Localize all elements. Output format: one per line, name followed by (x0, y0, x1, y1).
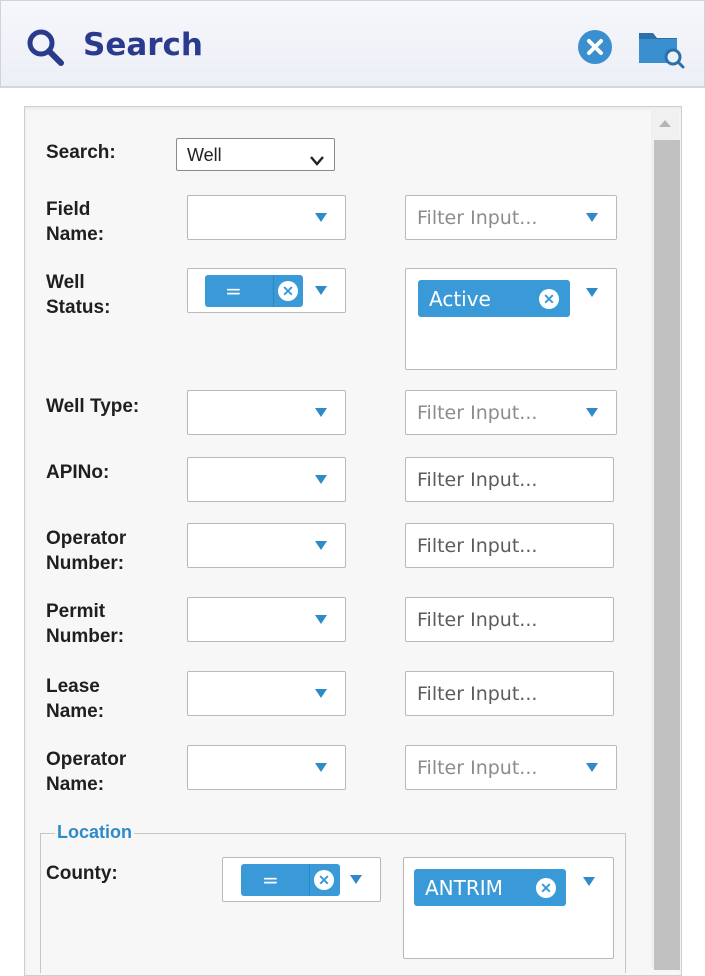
field-name-filter-placeholder: Filter Input... (417, 207, 538, 229)
operator-name-filter-placeholder: Filter Input... (417, 757, 538, 779)
well-type-filter-placeholder: Filter Input... (417, 402, 538, 424)
apino-label: APINo: (46, 462, 110, 483)
county-label: County: (46, 863, 118, 884)
magnifier-icon (25, 27, 67, 74)
remove-tag-icon[interactable]: ✕ (539, 289, 559, 309)
apino-operator-select[interactable] (187, 457, 346, 502)
caret-down-icon (315, 408, 327, 417)
page-title: Search (83, 27, 204, 63)
caret-down-icon (315, 213, 327, 222)
apino-placeholder: Filter Input... (417, 469, 538, 491)
field-name-filter[interactable]: Filter Input... (405, 195, 617, 240)
remove-tag-icon[interactable]: ✕ (314, 870, 334, 890)
remove-tag-icon[interactable]: ✕ (278, 281, 298, 301)
operator-name-filter[interactable]: Filter Input... (405, 745, 617, 790)
well-type-filter[interactable]: Filter Input... (405, 390, 617, 435)
close-circle-icon[interactable] (577, 29, 613, 70)
lease-name-label: Lease Name: (46, 676, 105, 722)
operator-number-placeholder: Filter Input... (417, 535, 538, 557)
county-value-tag: ANTRIM ✕ (414, 869, 566, 906)
apino-input[interactable]: Filter Input... (405, 457, 614, 502)
permit-number-operator-select[interactable] (187, 597, 346, 642)
search-header: Search (0, 0, 705, 88)
field-name-label: Field Name: (46, 199, 105, 245)
caret-down-icon (586, 213, 598, 222)
remove-tag-icon[interactable]: ✕ (536, 878, 556, 898)
county-filter[interactable]: ANTRIM ✕ (403, 857, 614, 959)
lease-name-placeholder: Filter Input... (417, 683, 538, 705)
well-type-label: Well Type: (46, 396, 140, 417)
county-operator-select[interactable]: = ✕ (222, 857, 381, 902)
field-name-operator-select[interactable] (187, 195, 346, 240)
caret-down-icon (586, 408, 598, 417)
operator-tag: = ✕ (241, 864, 340, 896)
well-type-operator-select[interactable] (187, 390, 346, 435)
lease-name-input[interactable]: Filter Input... (405, 671, 614, 716)
operator-name-label: Operator Name: (46, 749, 127, 795)
scroll-thumb[interactable] (654, 140, 680, 970)
location-legend: Location (55, 822, 134, 843)
lease-name-operator-select[interactable] (187, 671, 346, 716)
caret-down-icon (315, 763, 327, 772)
caret-down-icon (315, 475, 327, 484)
search-type-label: Search: (46, 142, 116, 163)
well-status-operator-select[interactable]: = ✕ (187, 268, 346, 313)
operator-number-operator-select[interactable] (187, 523, 346, 568)
well-status-filter[interactable]: Active ✕ (405, 268, 617, 370)
search-type-value: Well (187, 145, 222, 165)
permit-number-label: Permit Number: (46, 601, 125, 647)
scroll-up-icon[interactable] (659, 120, 671, 127)
caret-down-icon (315, 286, 327, 295)
well-status-value-tag: Active ✕ (418, 280, 570, 317)
permit-number-input[interactable]: Filter Input... (405, 597, 614, 642)
caret-down-icon (315, 615, 327, 624)
caret-down-icon (583, 877, 595, 886)
operator-tag: = ✕ (205, 275, 303, 307)
search-type-select[interactable]: Well (176, 138, 335, 171)
caret-down-icon (586, 763, 598, 772)
chevron-down-icon (310, 150, 324, 171)
operator-number-label: Operator Number: (46, 528, 127, 574)
well-status-label: Well Status: (46, 272, 111, 318)
caret-down-icon (315, 541, 327, 550)
permit-number-placeholder: Filter Input... (417, 609, 538, 631)
vertical-scrollbar[interactable] (651, 110, 680, 970)
caret-down-icon (315, 689, 327, 698)
caret-down-icon (586, 288, 598, 297)
caret-down-icon (350, 875, 362, 884)
operator-name-operator-select[interactable] (187, 745, 346, 790)
operator-number-input[interactable]: Filter Input... (405, 523, 614, 568)
folder-search-icon[interactable] (637, 27, 685, 76)
